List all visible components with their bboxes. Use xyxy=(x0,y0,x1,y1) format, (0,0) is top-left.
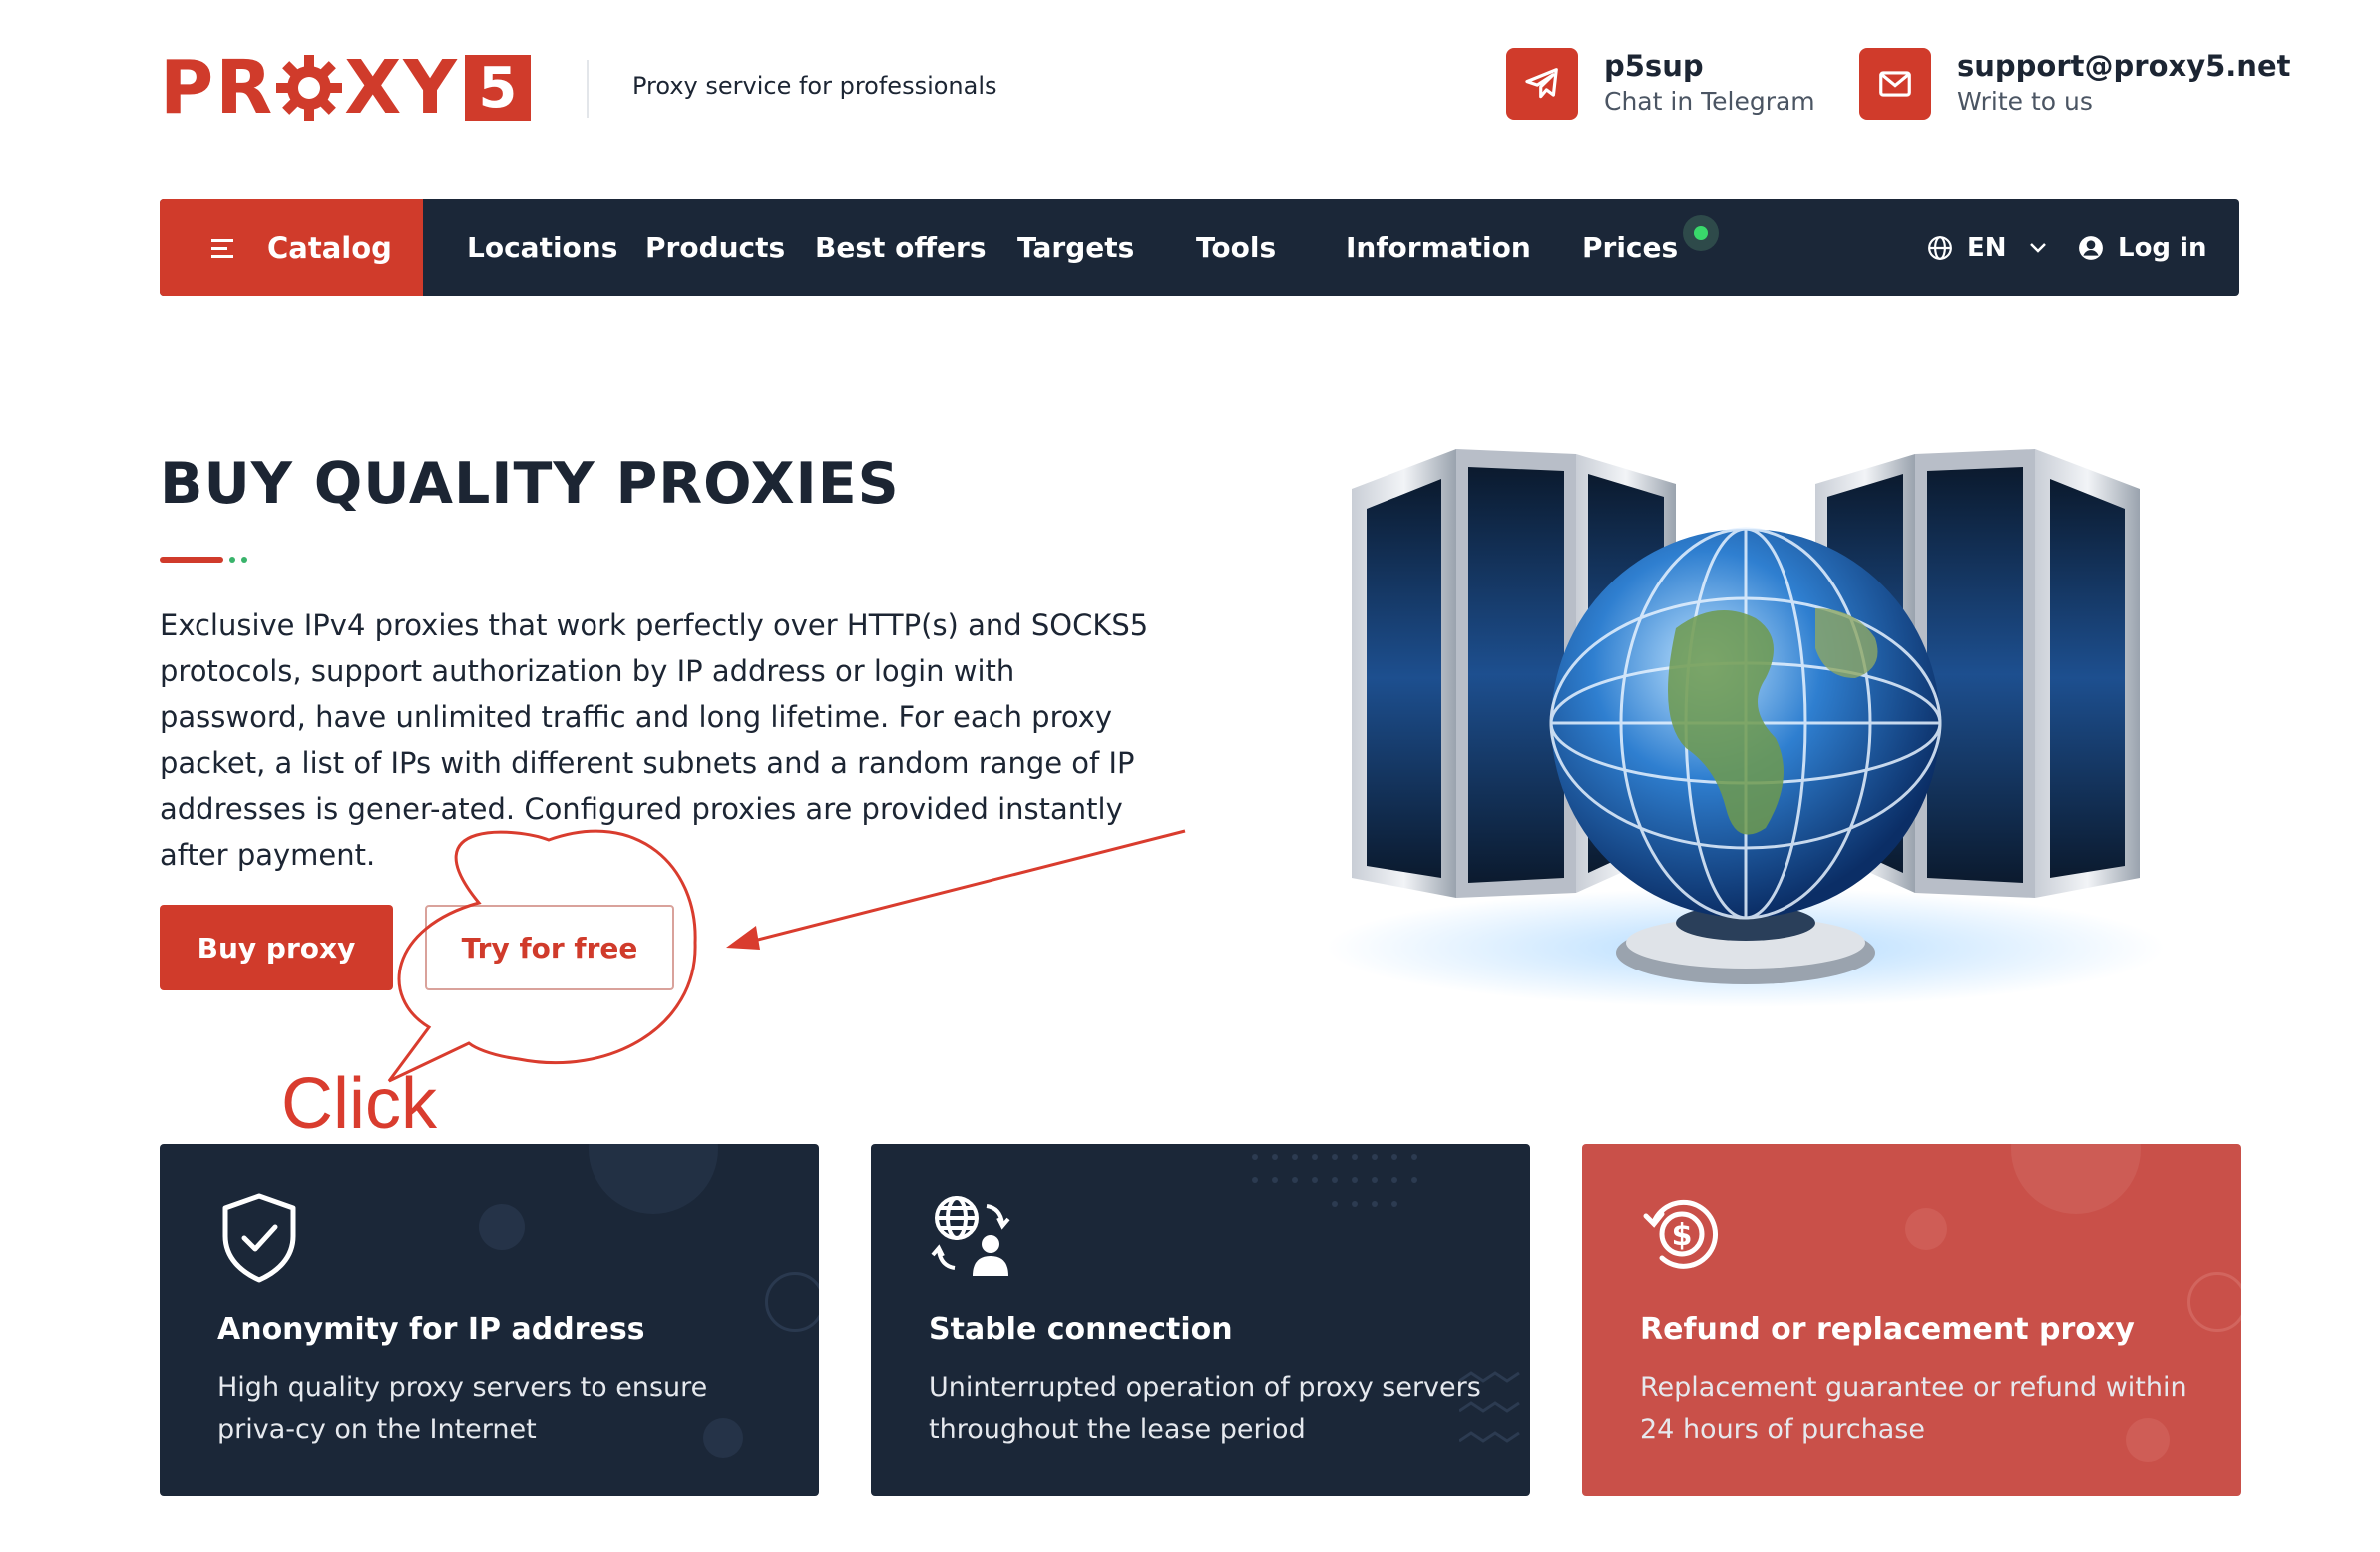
language-label: EN xyxy=(1967,232,2007,263)
email-subtitle: Write to us xyxy=(1957,86,2093,116)
support-email[interactable]: support@proxy5.net xyxy=(1957,49,2290,84)
nav-item-prices[interactable]: Prices xyxy=(1582,199,1678,296)
telegram-subtitle: Chat in Telegram xyxy=(1604,86,1815,116)
feature-description: Uninterrupted operation of proxy servers… xyxy=(929,1372,1481,1445)
nav-item-targets[interactable]: Targets xyxy=(1017,199,1134,296)
login-label: Log in xyxy=(2118,232,2207,263)
main-nav: Catalog Locations Products Best offers T… xyxy=(160,199,2239,296)
feature-card-anonymity: Anonymity for IP address High quality pr… xyxy=(160,1144,819,1496)
refund-dollar-icon: $ xyxy=(1643,1199,1719,1269)
click-annotation-label: Click xyxy=(281,1064,437,1144)
servers-globe-illustration xyxy=(1327,449,2165,1007)
mail-icon xyxy=(1859,48,1931,120)
language-selector[interactable]: EN xyxy=(1927,199,2047,296)
globe-user-icon xyxy=(931,1196,1010,1276)
buy-proxy-button[interactable]: Buy proxy xyxy=(160,905,393,990)
feature-title: Refund or replacement proxy xyxy=(1640,1312,2135,1347)
feature-card-refund: $ Refund or replacement proxy Replacemen… xyxy=(1582,1144,2241,1496)
title-accent xyxy=(160,557,247,563)
try-for-free-button[interactable]: Try for free xyxy=(425,905,674,990)
login-button[interactable]: Log in xyxy=(2078,199,2207,296)
hero-description: Exclusive IPv4 proxies that work perfect… xyxy=(160,608,1149,872)
nav-item-information[interactable]: Information xyxy=(1346,199,1531,296)
email-contact[interactable]: support@proxy5.net Write to us xyxy=(1859,48,2290,120)
feature-card-stable: Stable connection Uninterrupted operatio… xyxy=(871,1144,1530,1496)
catalog-button[interactable]: Catalog xyxy=(160,199,423,296)
prices-status-dot xyxy=(1683,215,1719,251)
logo-text-right: XY xyxy=(344,45,459,131)
logo-text-left: PR xyxy=(160,45,275,131)
feature-description: High quality proxy servers to ensure pri… xyxy=(217,1372,708,1445)
svg-text:$: $ xyxy=(1672,1218,1693,1253)
telegram-handle[interactable]: p5sup xyxy=(1604,49,1815,84)
gear-icon xyxy=(276,55,343,121)
globe-icon xyxy=(1928,235,1952,260)
catalog-label: Catalog xyxy=(267,230,392,265)
tagline: Proxy service for professionals xyxy=(632,72,997,100)
hero-title: BUY QUALITY PROXIES xyxy=(160,451,900,517)
telegram-contact[interactable]: p5sup Chat in Telegram xyxy=(1506,48,1815,120)
feature-title: Stable connection xyxy=(929,1312,1233,1347)
feature-description: Replacement guarantee or refund within 2… xyxy=(1640,1372,2187,1445)
telegram-icon xyxy=(1506,48,1578,120)
nav-item-tools[interactable]: Tools xyxy=(1196,199,1276,296)
logo-divider xyxy=(587,60,589,118)
feature-title: Anonymity for IP address xyxy=(217,1312,645,1347)
nav-item-products[interactable]: Products xyxy=(645,199,785,296)
user-icon xyxy=(2079,235,2103,260)
nav-item-locations[interactable]: Locations xyxy=(467,199,617,296)
site-header: PR XY 5 Proxy service for professionals … xyxy=(0,0,2380,170)
shield-check-icon xyxy=(222,1193,296,1283)
proxy5-logo[interactable]: PR XY 5 xyxy=(160,48,559,128)
menu-icon xyxy=(211,238,233,258)
dot-pattern xyxy=(1252,1154,1417,1207)
chevron-down-icon xyxy=(2029,242,2046,253)
nav-item-best-offers[interactable]: Best offers xyxy=(815,199,987,296)
logo-five-badge: 5 xyxy=(464,55,531,121)
